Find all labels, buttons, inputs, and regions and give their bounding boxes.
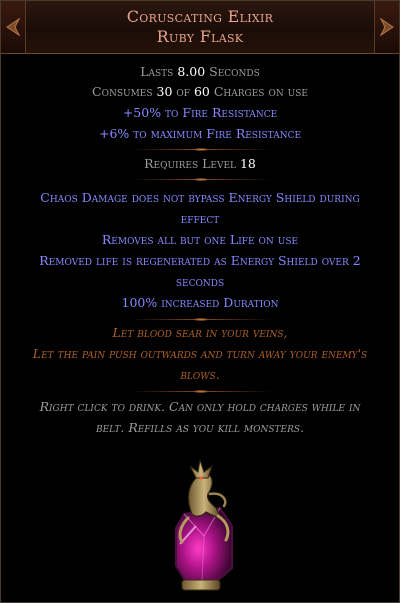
dragon-flask-icon bbox=[166, 456, 241, 596]
item-name: Coruscating Elixir bbox=[126, 7, 274, 26]
help-text-line-1: Right click to drink. Can only hold char… bbox=[39, 399, 361, 414]
explicit-mod-remove-life: Removes all but one Life on use bbox=[101, 232, 299, 247]
separator bbox=[131, 178, 271, 181]
implicit-mod-max-fire-res: +6% to maximum Fire Resistance bbox=[98, 126, 302, 141]
property-charges: Consumes 30 of 60 Charges on use bbox=[1, 82, 399, 102]
item-header: Coruscating Elixir Ruby Flask bbox=[1, 1, 399, 54]
charges-used-value: 30 bbox=[156, 84, 173, 99]
flavour-text-line-1: Let blood sear in your veins, bbox=[112, 325, 288, 340]
explicit-mod-chaos-line-2: effect bbox=[180, 211, 220, 226]
flavour-text-line-2: Let the pain push outwards and turn away… bbox=[32, 346, 368, 361]
header-right-ornament-icon bbox=[374, 1, 399, 53]
duration-value: 8.00 bbox=[177, 64, 206, 79]
explicit-mod-duration: 100% increased Duration bbox=[121, 295, 279, 310]
duration-unit: Seconds bbox=[205, 64, 260, 79]
explicit-mod-regen-line-2: seconds bbox=[175, 274, 225, 289]
separator bbox=[131, 318, 271, 321]
requirement-level-value: 18 bbox=[239, 156, 256, 171]
implicit-mod-fire-res: +50% to Fire Resistance bbox=[122, 105, 278, 120]
item-tooltip: Coruscating Elixir Ruby Flask Lasts 8.00… bbox=[0, 0, 400, 603]
separator bbox=[131, 390, 271, 393]
charges-total-value: 60 bbox=[193, 84, 210, 99]
flavour-text-line-3: blows. bbox=[180, 367, 220, 382]
requirement-level: Requires Level 18 bbox=[1, 154, 399, 174]
help-text-line-2: belt. Refills as you kill monsters. bbox=[95, 420, 305, 435]
explicit-mod-chaos-line-1: Chaos Damage does not bypass Energy Shie… bbox=[40, 190, 360, 205]
item-base-type: Ruby Flask bbox=[156, 27, 244, 46]
charges-of: of bbox=[172, 84, 194, 99]
duration-label: Lasts bbox=[140, 64, 178, 79]
requirement-label: Requires Level bbox=[144, 156, 240, 171]
property-duration: Lasts 8.00 Seconds bbox=[1, 62, 399, 82]
separator bbox=[131, 148, 271, 151]
charges-label: Consumes bbox=[92, 84, 157, 99]
explicit-mod-regen-line-1: Removed life is regenerated as Energy Sh… bbox=[39, 253, 361, 268]
charges-unit: Charges on use bbox=[209, 84, 308, 99]
